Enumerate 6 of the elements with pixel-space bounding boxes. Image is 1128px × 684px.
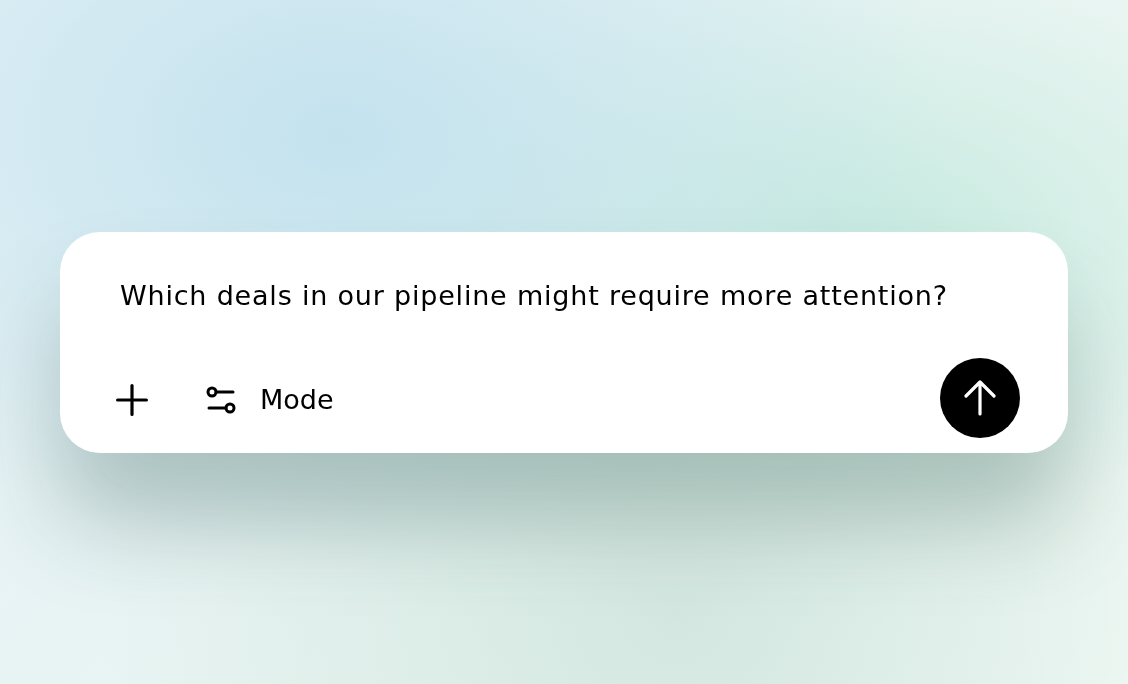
mode-button[interactable]: Mode — [206, 379, 334, 421]
arrow-up-icon — [964, 380, 996, 416]
plus-icon — [116, 384, 148, 416]
add-button[interactable] — [116, 384, 148, 416]
sliders-icon — [206, 386, 236, 414]
prompt-input[interactable]: Which deals in our pipeline might require more attention? — [118, 276, 1028, 316]
